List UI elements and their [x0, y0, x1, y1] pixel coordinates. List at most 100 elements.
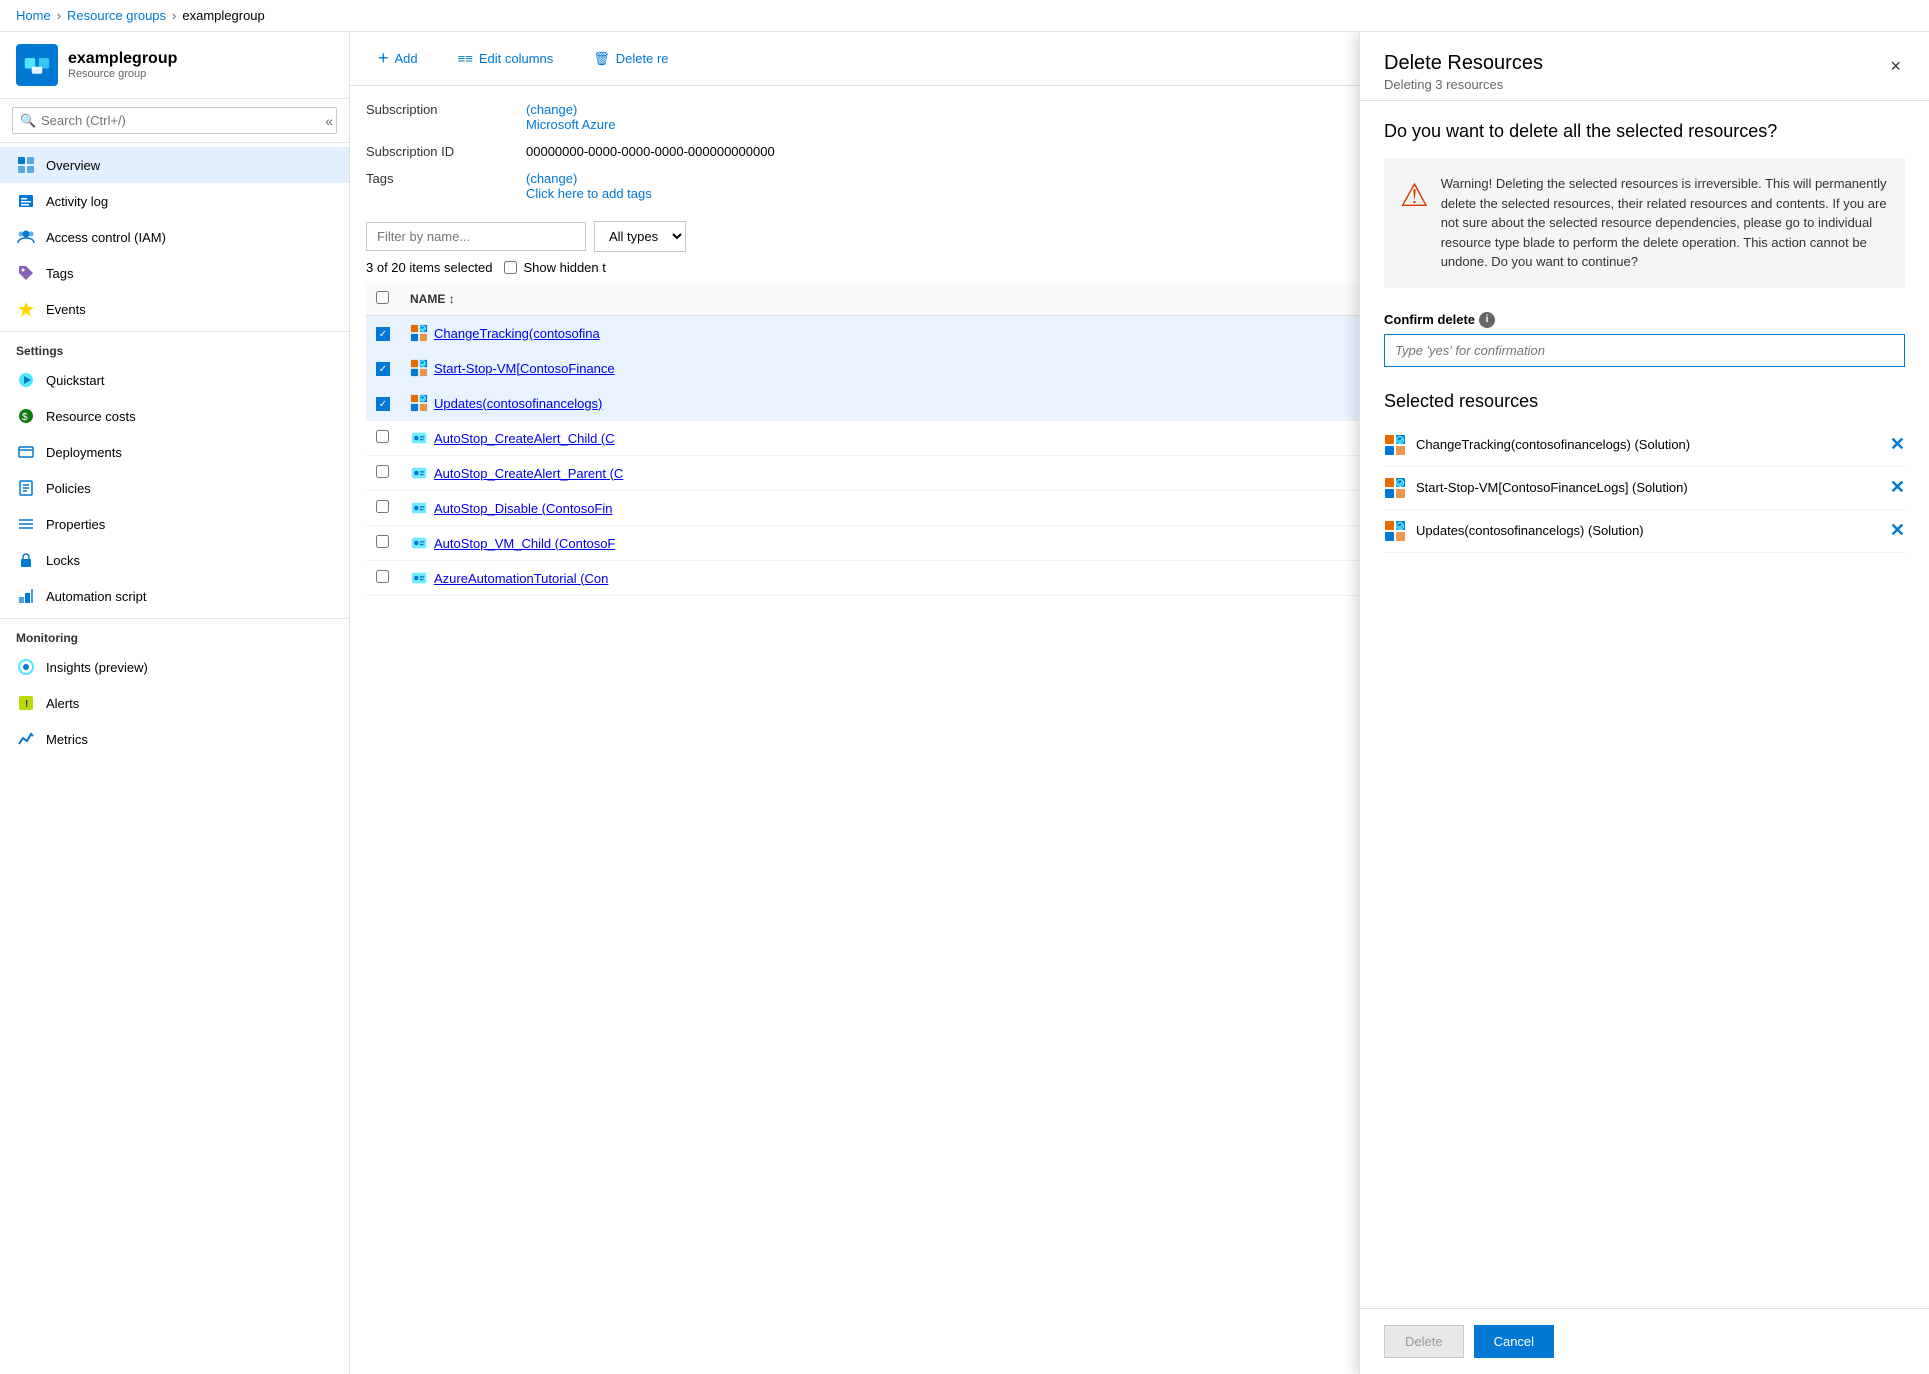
- row-checkbox[interactable]: [376, 430, 389, 443]
- deployments-icon: [16, 442, 36, 462]
- add-button[interactable]: + Add: [366, 42, 430, 75]
- modal-title-group: Delete Resources Deleting 3 resources: [1384, 52, 1543, 92]
- row-checkbox-checked[interactable]: ✓: [376, 397, 390, 411]
- row-name-link[interactable]: AutoStop_CreateAlert_Parent (C: [434, 466, 623, 481]
- sidebar-item-automation-script[interactable]: Automation script: [0, 578, 349, 614]
- events-icon: [16, 299, 36, 319]
- edit-columns-button[interactable]: ≡≡ Edit columns: [446, 45, 566, 72]
- modal-resource-name: ChangeTracking(contosofinancelogs) (Solu…: [1416, 437, 1690, 452]
- breadcrumb: Home › Resource groups › examplegroup: [0, 0, 1929, 32]
- search-icon: 🔍: [20, 113, 36, 129]
- modal-resource-item-left: Updates(contosofinancelogs) (Solution): [1384, 520, 1644, 542]
- delete-modal: Delete Resources Deleting 3 resources × …: [1359, 32, 1929, 1374]
- delete-icon: 🗑: [593, 51, 610, 67]
- row-name-link[interactable]: AutoStop_VM_Child (ContosoF: [434, 536, 615, 551]
- row-name-link[interactable]: AzureAutomationTutorial (Con: [434, 571, 608, 586]
- modal-resource-remove-button[interactable]: ✕: [1890, 477, 1905, 498]
- warning-icon: ⚠: [1400, 176, 1429, 272]
- modal-resource-item: Start-Stop-VM[ContosoFinanceLogs] (Solut…: [1384, 467, 1905, 510]
- edit-columns-label: Edit columns: [479, 51, 553, 66]
- monitoring-section-title: Monitoring: [0, 618, 349, 649]
- subscription-name-link[interactable]: Microsoft Azure: [526, 117, 616, 132]
- sidebar-item-locks-label: Locks: [46, 553, 80, 568]
- warning-text: Warning! Deleting the selected resources…: [1441, 174, 1889, 272]
- row-checkbox[interactable]: [376, 465, 389, 478]
- sidebar-item-activity-log[interactable]: Activity log: [0, 183, 349, 219]
- sidebar-item-insights[interactable]: Insights (preview): [0, 649, 349, 685]
- selected-resources-title: Selected resources: [1384, 391, 1905, 412]
- modal-resource-name: Updates(contosofinancelogs) (Solution): [1416, 523, 1644, 538]
- modal-body: Do you want to delete all the selected r…: [1360, 101, 1929, 1308]
- modal-close-button[interactable]: ×: [1886, 52, 1905, 81]
- sidebar-item-deployments-label: Deployments: [46, 445, 122, 460]
- modal-subtitle: Deleting 3 resources: [1384, 77, 1543, 92]
- confirm-section: Confirm delete i: [1384, 312, 1905, 367]
- warning-box: ⚠ Warning! Deleting the selected resourc…: [1384, 158, 1905, 288]
- sidebar-item-deployments[interactable]: Deployments: [0, 434, 349, 470]
- row-checkbox[interactable]: [376, 535, 389, 548]
- modal-cancel-button[interactable]: Cancel: [1474, 1325, 1554, 1358]
- breadcrumb-resource-groups[interactable]: Resource groups: [67, 8, 166, 23]
- tags-add-link[interactable]: Click here to add tags: [526, 186, 652, 201]
- modal-resource-remove-button[interactable]: ✕: [1890, 520, 1905, 541]
- subscription-change-link[interactable]: (change): [526, 102, 577, 117]
- sidebar-item-locks[interactable]: Locks: [0, 542, 349, 578]
- alerts-icon: !: [16, 693, 36, 713]
- row-name-link[interactable]: Updates(contosofinancelogs): [434, 396, 602, 411]
- sidebar-item-metrics[interactable]: Metrics: [0, 721, 349, 757]
- sidebar-item-events-label: Events: [46, 302, 86, 317]
- sidebar-item-iam[interactable]: Access control (IAM): [0, 219, 349, 255]
- sidebar-item-quickstart[interactable]: Quickstart: [0, 362, 349, 398]
- modal-title: Delete Resources: [1384, 52, 1543, 75]
- tags-change-link[interactable]: (change): [526, 171, 577, 186]
- confirm-label: Confirm delete i: [1384, 312, 1905, 328]
- row-name-link[interactable]: AutoStop_Disable (ContosoFin: [434, 501, 613, 516]
- modal-resource-item-left: ChangeTracking(contosofinancelogs) (Solu…: [1384, 434, 1690, 456]
- content-area: + Add ≡≡ Edit columns 🗑 Delete re Subscr…: [350, 32, 1929, 1374]
- sidebar-item-activity-log-label: Activity log: [46, 194, 108, 209]
- sidebar: examplegroup Resource group 🔍 « Overview: [0, 32, 350, 1374]
- sort-icon[interactable]: ↕: [449, 292, 455, 306]
- sidebar-item-policies[interactable]: Policies: [0, 470, 349, 506]
- show-hidden: Show hidden t: [504, 260, 605, 275]
- row-name-link[interactable]: ChangeTracking(contosofina: [434, 326, 600, 341]
- sidebar-title: examplegroup: [68, 50, 177, 68]
- sidebar-item-tags[interactable]: Tags: [0, 255, 349, 291]
- sidebar-item-events[interactable]: Events: [0, 291, 349, 327]
- sidebar-item-metrics-label: Metrics: [46, 732, 88, 747]
- sidebar-item-policies-label: Policies: [46, 481, 91, 496]
- select-all-checkbox[interactable]: [376, 291, 389, 304]
- show-hidden-checkbox[interactable]: [504, 261, 517, 274]
- row-checkbox[interactable]: [376, 500, 389, 513]
- modal-resource-item: Updates(contosofinancelogs) (Solution) ✕: [1384, 510, 1905, 553]
- sidebar-item-automation-label: Automation script: [46, 589, 146, 604]
- subscription-value: (change) Microsoft Azure: [526, 102, 616, 132]
- row-checkbox[interactable]: [376, 570, 389, 583]
- delete-label: Delete re: [616, 51, 669, 66]
- delete-button[interactable]: 🗑 Delete re: [581, 45, 680, 73]
- row-checkbox-checked[interactable]: ✓: [376, 362, 390, 376]
- search-input[interactable]: [12, 107, 337, 134]
- tags-label: Tags: [366, 171, 526, 201]
- modal-resource-remove-button[interactable]: ✕: [1890, 434, 1905, 455]
- add-label: Add: [395, 51, 418, 66]
- row-name-link[interactable]: Start-Stop-VM[ContosoFinance: [434, 361, 615, 376]
- filter-name-input[interactable]: [366, 222, 586, 251]
- insights-icon: [16, 657, 36, 677]
- collapse-btn[interactable]: «: [325, 113, 333, 129]
- row-checkbox-checked[interactable]: ✓: [376, 327, 390, 341]
- breadcrumb-home[interactable]: Home: [16, 8, 51, 23]
- modal-delete-button[interactable]: Delete: [1384, 1325, 1464, 1358]
- sidebar-item-overview[interactable]: Overview: [0, 147, 349, 183]
- items-count-text: 3 of 20 items selected: [366, 260, 492, 275]
- sidebar-item-properties-label: Properties: [46, 517, 105, 532]
- confirm-input[interactable]: [1384, 334, 1905, 367]
- sidebar-item-alerts[interactable]: ! Alerts: [0, 685, 349, 721]
- modal-resource-item-left: Start-Stop-VM[ContosoFinanceLogs] (Solut…: [1384, 477, 1688, 499]
- filter-type-dropdown[interactable]: All types: [594, 221, 686, 252]
- sidebar-item-resource-costs[interactable]: $ Resource costs: [0, 398, 349, 434]
- row-name-link[interactable]: AutoStop_CreateAlert_Child (C: [434, 431, 615, 446]
- tags-value: (change) Click here to add tags: [526, 171, 652, 201]
- sidebar-item-properties[interactable]: Properties: [0, 506, 349, 542]
- sidebar-header: examplegroup Resource group: [0, 32, 349, 99]
